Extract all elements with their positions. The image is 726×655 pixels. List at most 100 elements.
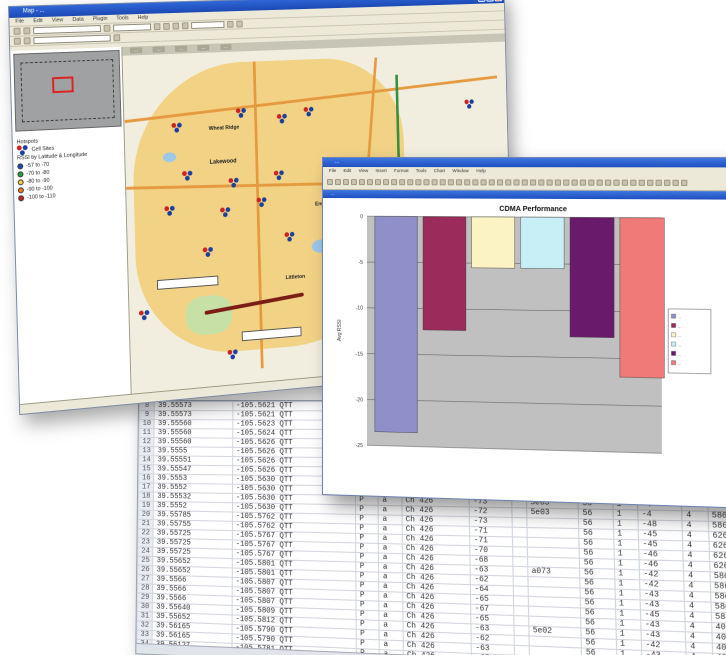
table-cell[interactable]: -46: [638, 559, 684, 571]
toolbar-button-icon[interactable]: [655, 179, 662, 186]
menu-item[interactable]: View: [358, 168, 368, 173]
row-number[interactable]: 12: [138, 437, 155, 447]
table-cell[interactable]: 1: [613, 549, 639, 560]
table-cell[interactable]: P: [356, 590, 380, 602]
cell-site-icon[interactable]: [227, 349, 239, 361]
table-cell[interactable]: 39.55560: [154, 437, 233, 448]
table-cell[interactable]: 56: [579, 538, 614, 550]
toolbar-button-icon[interactable]: [383, 178, 390, 185]
table-cell[interactable]: a: [378, 533, 403, 545]
cell-site-icon[interactable]: [256, 197, 267, 208]
table-cell[interactable]: [512, 546, 528, 557]
map-tab[interactable]: ...: [152, 46, 165, 53]
table-cell[interactable]: P: [355, 552, 380, 563]
table-cell[interactable]: 4: [684, 591, 711, 603]
hand-icon[interactable]: [23, 37, 31, 45]
cell-site-icon[interactable]: [228, 177, 239, 189]
table-cell[interactable]: [513, 645, 530, 655]
toolbar-button-icon[interactable]: [334, 178, 341, 185]
row-number[interactable]: 24: [137, 546, 154, 557]
toolbar-button-icon[interactable]: [480, 178, 487, 185]
toolbar-button-icon[interactable]: [604, 179, 612, 186]
row-number[interactable]: 9: [139, 410, 155, 420]
toolbar-button-icon[interactable]: [455, 178, 463, 185]
table-cell[interactable]: 39.55551: [154, 455, 233, 466]
table-cell[interactable]: 56: [581, 637, 617, 650]
table-cell[interactable]: 39.55560: [154, 419, 233, 429]
table-cell[interactable]: 56: [581, 647, 617, 655]
menu-item[interactable]: Format: [394, 168, 408, 173]
table-cell[interactable]: a: [379, 639, 404, 651]
row-number[interactable]: 19: [138, 501, 154, 511]
table-cell[interactable]: 56: [579, 578, 615, 590]
bar[interactable]: [620, 218, 664, 378]
chart-legend[interactable]: ..................: [668, 309, 711, 374]
row-number[interactable]: 23: [137, 537, 154, 548]
toolbar-button-icon[interactable]: [529, 178, 537, 186]
table-cell[interactable]: 4: [683, 550, 710, 562]
cell-site-icon[interactable]: [182, 170, 193, 182]
toolbar-button-icon[interactable]: [391, 178, 398, 185]
table-cell[interactable]: 56: [579, 568, 615, 580]
table-cell[interactable]: 4: [682, 540, 709, 552]
table-cell[interactable]: -42: [639, 569, 685, 582]
cell-site-icon[interactable]: [171, 122, 182, 134]
toolbar-button-icon[interactable]: [342, 178, 349, 185]
menu-item[interactable]: File: [329, 168, 336, 173]
address-field[interactable]: [33, 34, 111, 45]
table-cell[interactable]: [511, 517, 527, 528]
table-cell[interactable]: 1: [613, 539, 639, 550]
table-cell[interactable]: [513, 635, 530, 646]
toolbar-button-icon[interactable]: [447, 178, 454, 185]
back-icon[interactable]: [13, 27, 21, 35]
menu-plugin[interactable]: Plugin: [93, 16, 108, 22]
table-cell[interactable]: 1: [616, 649, 642, 655]
map-tab[interactable]: ...: [129, 47, 142, 54]
toolbar-button-icon[interactable]: [407, 178, 414, 185]
table-cell[interactable]: 56: [578, 518, 614, 530]
toolbar-button-icon[interactable]: [638, 179, 645, 186]
table-cell[interactable]: -45: [638, 539, 684, 551]
toolbar-button-icon[interactable]: [488, 178, 495, 185]
row-number[interactable]: 14: [138, 455, 155, 465]
row-number[interactable]: 13: [138, 446, 155, 456]
menu-data[interactable]: Data: [72, 17, 83, 23]
table-cell[interactable]: a: [379, 562, 403, 573]
table-cell[interactable]: [513, 605, 529, 617]
map-tab[interactable]: ...: [175, 45, 188, 52]
table-cell[interactable]: 4: [684, 611, 712, 623]
close-button[interactable]: [494, 0, 503, 2]
table-cell[interactable]: P: [356, 629, 380, 640]
table-cell[interactable]: P: [356, 609, 380, 621]
table-cell[interactable]: a: [379, 572, 403, 583]
table-cell[interactable]: 56: [579, 548, 614, 560]
table-cell[interactable]: 1: [613, 559, 640, 570]
zoom-out-icon[interactable]: [163, 22, 170, 30]
menu-tools[interactable]: Tools: [116, 15, 128, 21]
table-cell[interactable]: [513, 625, 529, 636]
toolbar-button-icon[interactable]: [571, 179, 578, 186]
menu-edit[interactable]: Edit: [33, 18, 42, 24]
minimize-button[interactable]: [477, 0, 486, 2]
table-cell[interactable]: a: [378, 553, 403, 564]
row-number[interactable]: 16: [138, 473, 155, 484]
table-cell[interactable]: -71: [469, 535, 513, 547]
toolbar-button-icon[interactable]: [464, 178, 471, 185]
row-number[interactable]: 21: [138, 519, 154, 529]
toolbar-button-icon[interactable]: [505, 178, 512, 185]
row-number[interactable]: 27: [137, 574, 154, 585]
row-number[interactable]: 15: [138, 464, 155, 474]
table-cell[interactable]: 4: [684, 601, 711, 613]
table-cell[interactable]: 39.55573: [154, 410, 233, 420]
table-cell[interactable]: 56: [578, 528, 614, 540]
table-cell[interactable]: 4: [685, 631, 712, 644]
table-cell[interactable]: P: [355, 495, 379, 506]
menu-item[interactable]: Help: [476, 168, 485, 173]
bar[interactable]: [521, 217, 565, 269]
overview-viewport-box[interactable]: [52, 76, 74, 94]
table-cell[interactable]: 4: [685, 642, 713, 654]
toolbar-button-icon[interactable]: [374, 178, 382, 185]
toolbar-button-icon[interactable]: [647, 179, 654, 186]
pointer-icon[interactable]: [13, 37, 21, 45]
table-cell[interactable]: -4: [637, 509, 683, 521]
